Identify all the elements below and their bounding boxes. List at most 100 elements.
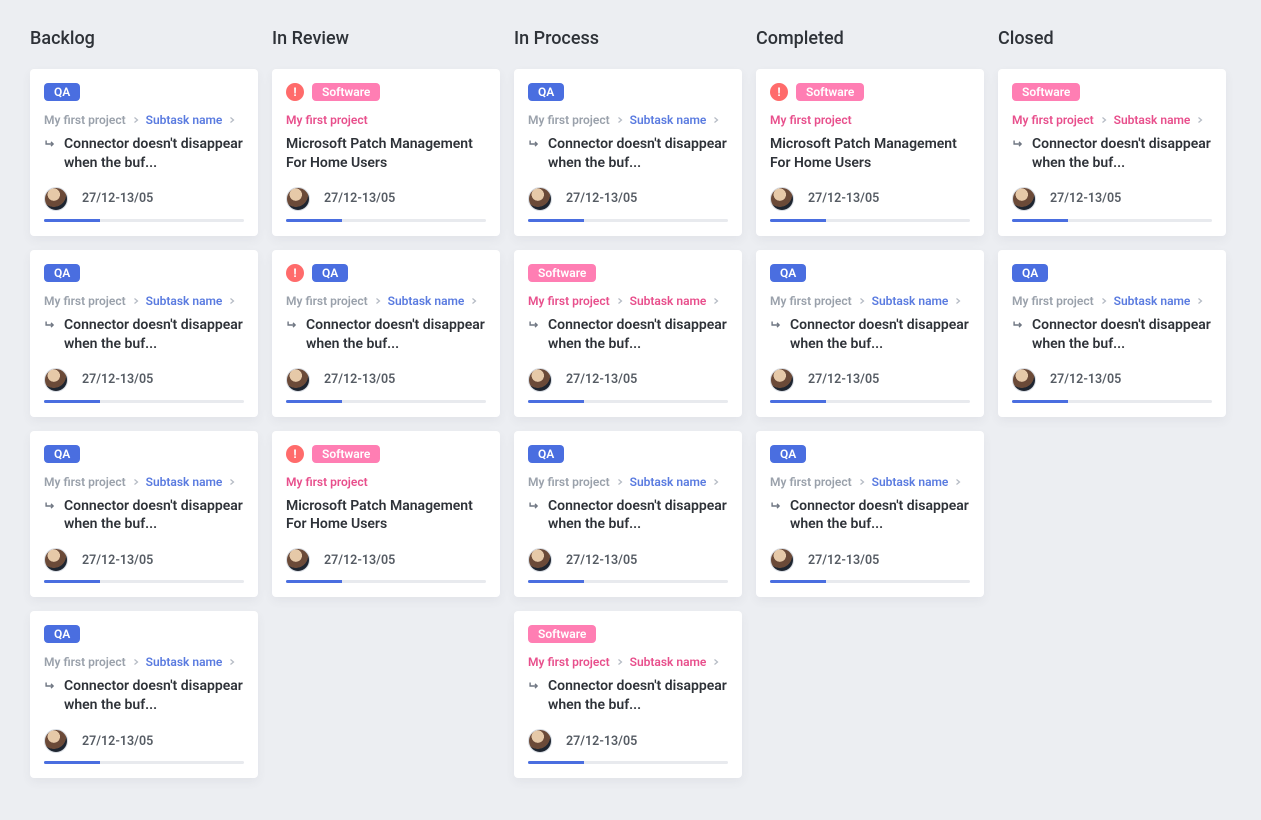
task-card[interactable]: QAMy first projectSubtask nameConnector …	[756, 431, 984, 598]
assignee-avatar[interactable]	[286, 187, 310, 211]
task-progress-bar	[44, 219, 100, 222]
task-breadcrumb[interactable]: My first project Subtask name	[1012, 113, 1212, 127]
breadcrumb-project[interactable]: My first project	[528, 294, 610, 308]
assignee-avatar[interactable]	[528, 187, 552, 211]
task-title-text: Connector doesn't disappear when the buf…	[1032, 316, 1212, 354]
breadcrumb-subtask[interactable]: Subtask name	[872, 475, 949, 489]
task-title-text: Connector doesn't disappear when the buf…	[1032, 135, 1212, 173]
task-card[interactable]: !QAMy first projectSubtask nameConnector…	[272, 250, 500, 417]
breadcrumb-project[interactable]: My first project	[770, 113, 852, 127]
breadcrumb-subtask[interactable]: Subtask name	[146, 655, 223, 669]
assignee-avatar[interactable]	[528, 548, 552, 572]
breadcrumb-project[interactable]: My first project	[44, 294, 126, 308]
task-progress	[44, 580, 244, 583]
task-footer: 27/12-13/05	[286, 548, 486, 572]
breadcrumb-subtask[interactable]: Subtask name	[630, 655, 707, 669]
assignee-avatar[interactable]	[44, 729, 68, 753]
assignee-avatar[interactable]	[44, 368, 68, 392]
task-card[interactable]: QAMy first projectSubtask nameConnector …	[756, 250, 984, 417]
task-breadcrumb[interactable]: My first project	[770, 113, 970, 127]
breadcrumb-subtask[interactable]: Subtask name	[388, 294, 465, 308]
task-dates: 27/12-13/05	[808, 191, 879, 206]
task-progress	[770, 219, 970, 222]
breadcrumb-project[interactable]: My first project	[286, 475, 368, 489]
chevron-right-icon	[712, 655, 720, 669]
task-breadcrumb[interactable]: My first project Subtask name	[528, 113, 728, 127]
alert-icon: !	[770, 83, 788, 101]
breadcrumb-project[interactable]: My first project	[44, 475, 126, 489]
subtask-arrow-icon	[528, 499, 542, 519]
task-dates: 27/12-13/05	[1050, 191, 1121, 206]
task-card[interactable]: QAMy first projectSubtask nameConnector …	[30, 69, 258, 236]
task-card[interactable]: QAMy first projectSubtask nameConnector …	[514, 431, 742, 598]
breadcrumb-project[interactable]: My first project	[44, 655, 126, 669]
assignee-avatar[interactable]	[44, 548, 68, 572]
chevron-right-icon	[470, 294, 478, 308]
task-card[interactable]: SoftwareMy first projectSubtask nameConn…	[514, 611, 742, 778]
task-card[interactable]: SoftwareMy first projectSubtask nameConn…	[514, 250, 742, 417]
breadcrumb-project[interactable]: My first project	[528, 113, 610, 127]
breadcrumb-subtask[interactable]: Subtask name	[630, 294, 707, 308]
task-card[interactable]: !SoftwareMy first projectMicrosoft Patch…	[272, 431, 500, 598]
assignee-avatar[interactable]	[528, 729, 552, 753]
subtask-arrow-icon	[528, 318, 542, 338]
kanban-column: BacklogQAMy first projectSubtask nameCon…	[30, 28, 258, 792]
breadcrumb-project[interactable]: My first project	[528, 475, 610, 489]
breadcrumb-project[interactable]: My first project	[44, 113, 126, 127]
task-breadcrumb[interactable]: My first project Subtask name	[770, 294, 970, 308]
assignee-avatar[interactable]	[1012, 187, 1036, 211]
breadcrumb-project[interactable]: My first project	[528, 655, 610, 669]
assignee-avatar[interactable]	[770, 368, 794, 392]
task-breadcrumb[interactable]: My first project Subtask name	[44, 655, 244, 669]
task-dates: 27/12-13/05	[566, 191, 637, 206]
breadcrumb-subtask[interactable]: Subtask name	[146, 113, 223, 127]
breadcrumb-project[interactable]: My first project	[286, 294, 368, 308]
breadcrumb-subtask[interactable]: Subtask name	[872, 294, 949, 308]
task-card[interactable]: QAMy first projectSubtask nameConnector …	[998, 250, 1226, 417]
breadcrumb-project[interactable]: My first project	[770, 294, 852, 308]
assignee-avatar[interactable]	[286, 548, 310, 572]
assignee-avatar[interactable]	[44, 187, 68, 211]
breadcrumb-project[interactable]: My first project	[1012, 113, 1094, 127]
task-breadcrumb[interactable]: My first project Subtask name	[528, 475, 728, 489]
assignee-avatar[interactable]	[528, 368, 552, 392]
assignee-avatar[interactable]	[286, 368, 310, 392]
breadcrumb-subtask[interactable]: Subtask name	[146, 294, 223, 308]
breadcrumb-project[interactable]: My first project	[1012, 294, 1094, 308]
breadcrumb-project[interactable]: My first project	[286, 113, 368, 127]
breadcrumb-subtask[interactable]: Subtask name	[1114, 113, 1191, 127]
chevron-right-icon	[712, 294, 720, 308]
task-card[interactable]: QAMy first projectSubtask nameConnector …	[30, 250, 258, 417]
task-breadcrumb[interactable]: My first project	[286, 113, 486, 127]
task-breadcrumb[interactable]: My first project Subtask name	[1012, 294, 1212, 308]
task-breadcrumb[interactable]: My first project	[286, 475, 486, 489]
task-card[interactable]: QAMy first projectSubtask nameConnector …	[30, 611, 258, 778]
assignee-avatar[interactable]	[770, 548, 794, 572]
task-breadcrumb[interactable]: My first project Subtask name	[528, 655, 728, 669]
task-breadcrumb[interactable]: My first project Subtask name	[44, 113, 244, 127]
task-card[interactable]: !SoftwareMy first projectMicrosoft Patch…	[756, 69, 984, 236]
task-breadcrumb[interactable]: My first project Subtask name	[528, 294, 728, 308]
breadcrumb-subtask[interactable]: Subtask name	[630, 113, 707, 127]
breadcrumb-subtask[interactable]: Subtask name	[146, 475, 223, 489]
task-card[interactable]: !SoftwareMy first projectMicrosoft Patch…	[272, 69, 500, 236]
task-card[interactable]: SoftwareMy first projectSubtask nameConn…	[998, 69, 1226, 236]
task-card[interactable]: QAMy first projectSubtask nameConnector …	[514, 69, 742, 236]
task-dates: 27/12-13/05	[82, 372, 153, 387]
task-progress-bar	[528, 400, 584, 403]
task-title-text: Microsoft Patch Management For Home User…	[770, 135, 970, 173]
task-breadcrumb[interactable]: My first project Subtask name	[44, 294, 244, 308]
task-breadcrumb[interactable]: My first project Subtask name	[286, 294, 486, 308]
breadcrumb-subtask[interactable]: Subtask name	[630, 475, 707, 489]
assignee-avatar[interactable]	[1012, 368, 1036, 392]
task-footer: 27/12-13/05	[1012, 368, 1212, 392]
chevron-right-icon	[374, 294, 382, 308]
task-breadcrumb[interactable]: My first project Subtask name	[44, 475, 244, 489]
alert-icon: !	[286, 83, 304, 101]
task-card[interactable]: QAMy first projectSubtask nameConnector …	[30, 431, 258, 598]
breadcrumb-subtask[interactable]: Subtask name	[1114, 294, 1191, 308]
task-tag: QA	[770, 445, 806, 463]
breadcrumb-project[interactable]: My first project	[770, 475, 852, 489]
assignee-avatar[interactable]	[770, 187, 794, 211]
task-breadcrumb[interactable]: My first project Subtask name	[770, 475, 970, 489]
